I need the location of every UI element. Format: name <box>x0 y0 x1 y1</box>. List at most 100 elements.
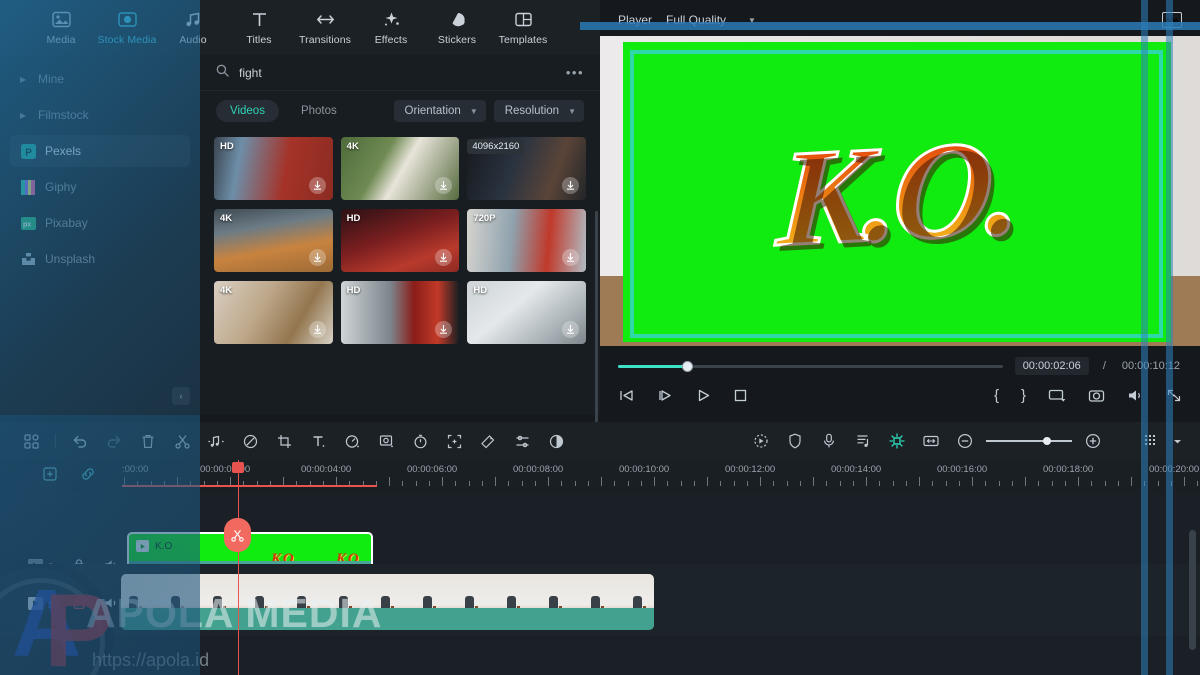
seek-handle[interactable] <box>682 360 694 372</box>
ruler-tick <box>720 481 722 486</box>
ruler-tick <box>468 481 470 486</box>
link-icon[interactable] <box>80 466 96 487</box>
nav-item-audio[interactable]: Audio <box>160 0 226 55</box>
transport-controls: { } <box>600 375 1200 404</box>
microphone-icon[interactable] <box>812 422 846 460</box>
seek-bar[interactable] <box>618 360 1003 372</box>
redo-icon[interactable] <box>97 422 131 460</box>
nav-item-stock-media[interactable]: Stock Media <box>94 0 160 55</box>
nav-item-titles[interactable]: Titles <box>226 0 292 55</box>
dots-grid-icon[interactable] <box>1134 422 1168 460</box>
ruler-tick <box>667 481 669 486</box>
ruler-tick <box>1184 477 1185 486</box>
nav-item-effects[interactable]: Effects <box>358 0 424 55</box>
result-thumbnail[interactable]: HD ! <box>467 281 586 344</box>
search-input[interactable] <box>239 65 556 80</box>
zoom-slider[interactable] <box>986 437 1072 445</box>
trash-icon[interactable] <box>131 422 165 460</box>
scissors-icon[interactable] <box>165 422 199 460</box>
result-thumbnail[interactable]: 4096x2160 <box>467 137 586 200</box>
nav-item-media[interactable]: Media <box>28 0 94 55</box>
stop-icon[interactable] <box>733 388 748 403</box>
result-thumbnail[interactable]: HD <box>214 137 333 200</box>
keyframe-icon[interactable] <box>880 422 914 460</box>
preview-stage[interactable]: K.O. <box>600 36 1200 346</box>
search-more-button[interactable]: ••• <box>566 65 584 80</box>
stopwatch-icon[interactable] <box>403 422 437 460</box>
beat-sync-icon[interactable] <box>846 422 880 460</box>
fit-width-icon[interactable] <box>914 422 948 460</box>
zoom-slider-handle[interactable] <box>1042 437 1051 445</box>
resolution-dropdown[interactable]: Resolution ▼ <box>493 100 584 122</box>
sidebar-item-filmstock[interactable]: ▶ Filmstock <box>10 99 190 131</box>
sidebar-item-unsplash[interactable]: Unsplash <box>10 243 190 275</box>
results-scrollbar[interactable] <box>595 211 598 456</box>
result-thumbnail[interactable]: 720P <box>467 209 586 272</box>
result-thumbnail[interactable]: HD <box>340 281 460 344</box>
motion-track-icon[interactable] <box>744 422 778 460</box>
result-thumbnail[interactable]: 4K <box>214 209 333 272</box>
track-video-icon[interactable] <box>28 596 43 615</box>
download-icon[interactable] <box>561 321 579 338</box>
timeline-scrollbar[interactable] <box>1189 530 1196 650</box>
monitor-icon[interactable] <box>1048 388 1066 403</box>
sliders-icon[interactable] <box>505 422 539 460</box>
lock-unlocked-icon[interactable] <box>72 596 86 615</box>
crop-icon[interactable] <box>267 422 301 460</box>
grid-icon[interactable] <box>14 422 48 460</box>
download-icon[interactable] <box>308 177 326 194</box>
ruler-tick <box>627 481 629 486</box>
sidebar-item-giphy[interactable]: Giphy <box>10 171 190 203</box>
tab-photos[interactable]: Photos <box>287 100 351 122</box>
download-icon[interactable] <box>561 177 579 194</box>
nav-item-templates[interactable]: Templates <box>490 0 556 55</box>
timeline-clip-video[interactable] <box>121 574 654 630</box>
download-icon[interactable] <box>435 321 453 338</box>
chroma-key-icon[interactable] <box>369 422 403 460</box>
split-at-playhead-button[interactable] <box>224 518 251 552</box>
volume-icon[interactable] <box>104 596 119 615</box>
sidebar-item-pexels[interactable]: P Pexels <box>10 135 190 167</box>
sidebar-item-pixabay[interactable]: px Pixabay <box>10 207 190 239</box>
mark-out-button[interactable]: } <box>1021 387 1026 404</box>
download-icon[interactable] <box>435 177 453 194</box>
step-forward-icon[interactable] <box>657 388 674 403</box>
result-thumbnail[interactable]: 4K <box>340 137 460 200</box>
ruler-tick <box>733 481 735 486</box>
undo-icon[interactable] <box>63 422 97 460</box>
plus-circle-icon[interactable] <box>1076 422 1110 460</box>
text-icon[interactable] <box>301 422 335 460</box>
result-thumbnail[interactable]: 4K <box>214 281 333 344</box>
step-back-icon[interactable] <box>618 388 635 403</box>
contrast-icon[interactable] <box>539 422 573 460</box>
sidebar-collapse-button[interactable]: ‹ <box>172 387 190 405</box>
ruler-tick <box>455 481 457 486</box>
minus-circle-icon[interactable] <box>948 422 982 460</box>
sidebar-item-mine[interactable]: ▶ Mine <box>10 63 190 95</box>
camera-icon[interactable] <box>1088 388 1105 403</box>
nav-item-transitions[interactable]: Transitions <box>292 0 358 55</box>
timeline-ruler[interactable]: :00:00 00:00:02:00 00:00:04:00 00:00:06:… <box>0 460 1200 492</box>
mask-icon[interactable] <box>471 422 505 460</box>
orientation-dropdown[interactable]: Orientation ▼ <box>393 100 486 122</box>
download-icon[interactable] <box>561 249 579 266</box>
download-icon[interactable] <box>308 249 326 266</box>
reframe-icon[interactable] <box>437 422 471 460</box>
tab-videos[interactable]: Videos <box>216 100 279 122</box>
main-navigation: Media Stock Media Audio Titles Transitio… <box>0 0 600 55</box>
add-track-icon[interactable] <box>42 466 58 487</box>
playhead-handle[interactable] <box>232 462 244 473</box>
result-thumbnail[interactable]: HD <box>340 209 460 272</box>
ruler-tick <box>985 481 987 486</box>
music-split-icon[interactable] <box>199 422 233 460</box>
zoom-slider-track[interactable] <box>986 437 1072 445</box>
resolution-badge: 4K <box>220 213 233 224</box>
slash-circle-icon[interactable] <box>233 422 267 460</box>
play-icon[interactable] <box>696 388 711 403</box>
nav-item-stickers[interactable]: Stickers <box>424 0 490 55</box>
download-icon[interactable] <box>435 249 453 266</box>
download-icon[interactable] <box>308 321 326 338</box>
shield-icon[interactable] <box>778 422 812 460</box>
speed-gauge-icon[interactable] <box>335 422 369 460</box>
mark-in-button[interactable]: { <box>994 387 999 404</box>
